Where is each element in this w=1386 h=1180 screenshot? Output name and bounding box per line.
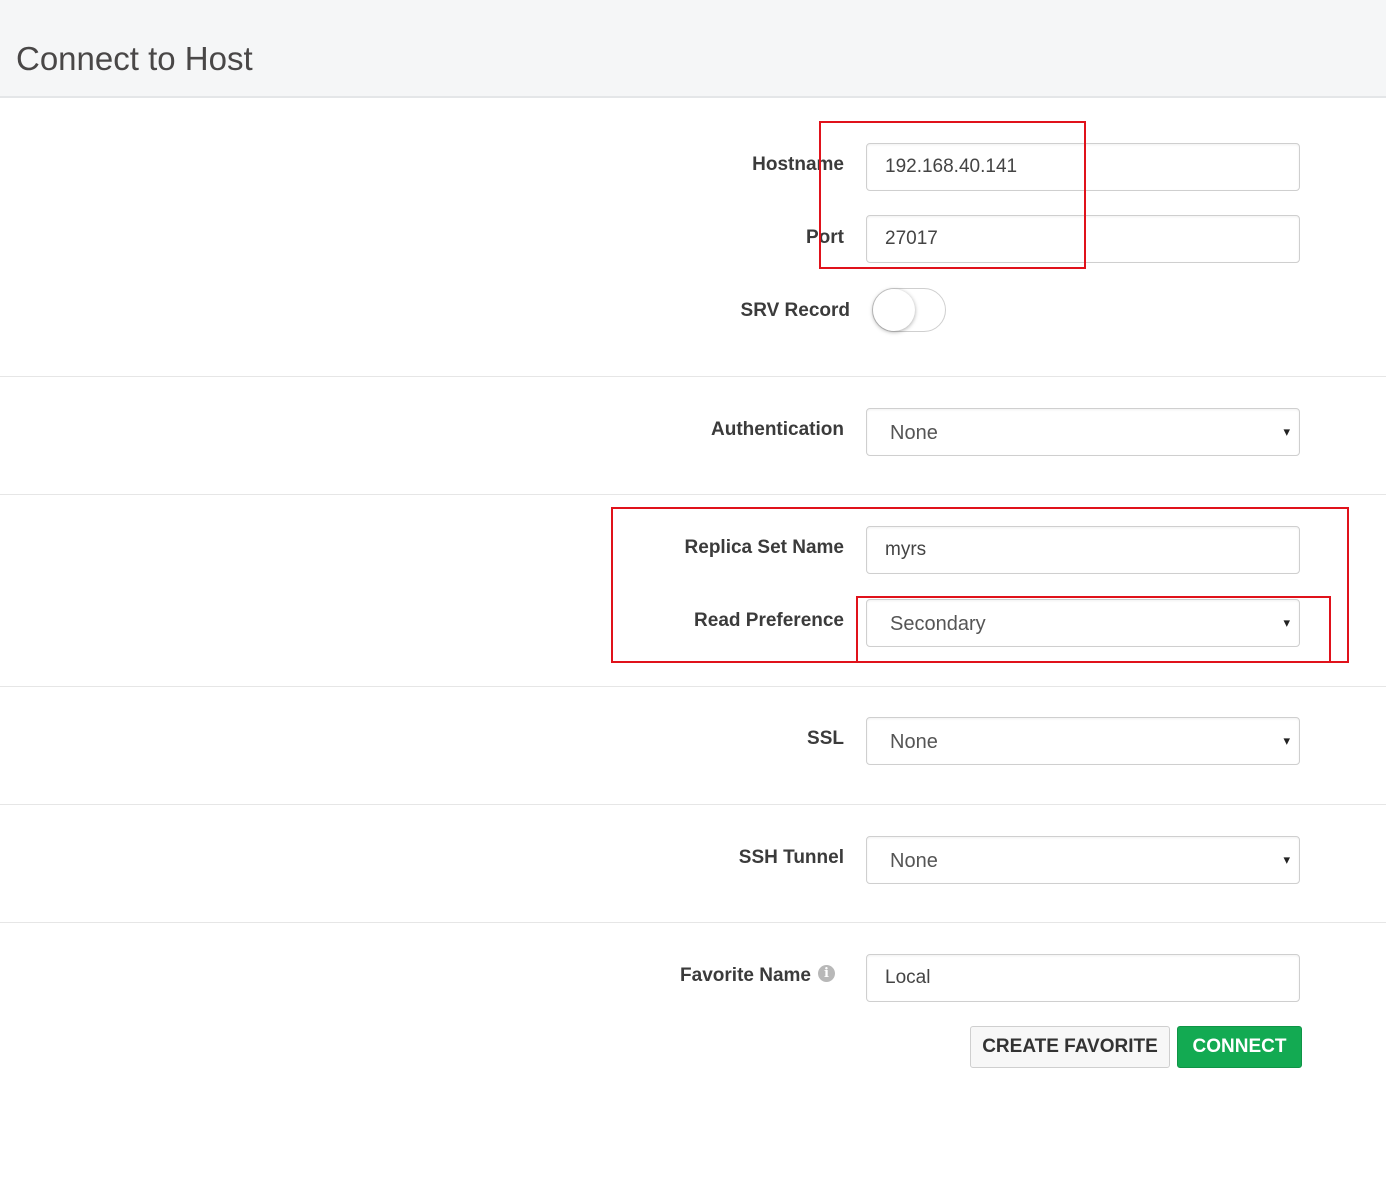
chevron-down-icon: ▾ xyxy=(1283,852,1290,867)
page-title: Connect to Host xyxy=(16,40,253,77)
chevron-down-icon: ▾ xyxy=(1283,424,1290,439)
toggle-knob xyxy=(873,289,915,331)
authentication-label: Authentication xyxy=(711,419,844,440)
authentication-select[interactable]: None ▾ xyxy=(866,408,1300,456)
favorite-name-input[interactable] xyxy=(866,954,1300,1002)
annotation-box-host-port xyxy=(819,121,1086,269)
annotation-box-read-preference xyxy=(856,596,1331,663)
connect-button[interactable]: CONNECT xyxy=(1177,1026,1302,1068)
create-favorite-button[interactable]: CREATE FAVORITE xyxy=(970,1026,1170,1068)
srv-record-label: SRV Record xyxy=(740,300,850,321)
header-bar: Connect to Host xyxy=(0,0,1386,98)
srv-record-toggle[interactable] xyxy=(872,288,946,332)
favorite-name-label: Favorite Name xyxy=(680,965,811,986)
ssl-label: SSL xyxy=(807,728,844,749)
section-divider xyxy=(0,494,1386,495)
info-icon[interactable]: i xyxy=(818,965,835,982)
section-divider xyxy=(0,686,1386,687)
section-divider xyxy=(0,922,1386,923)
ssh-tunnel-select[interactable]: None ▾ xyxy=(866,836,1300,884)
section-divider xyxy=(0,376,1386,377)
section-divider xyxy=(0,804,1386,805)
ssh-tunnel-label: SSH Tunnel xyxy=(738,847,844,868)
ssl-value: None xyxy=(890,731,938,753)
port-label: Port xyxy=(806,227,844,248)
ssl-select[interactable]: None ▾ xyxy=(866,717,1300,765)
ssh-tunnel-value: None xyxy=(890,850,938,872)
authentication-value: None xyxy=(890,422,938,444)
chevron-down-icon: ▾ xyxy=(1283,733,1290,748)
hostname-label: Hostname xyxy=(752,154,844,175)
